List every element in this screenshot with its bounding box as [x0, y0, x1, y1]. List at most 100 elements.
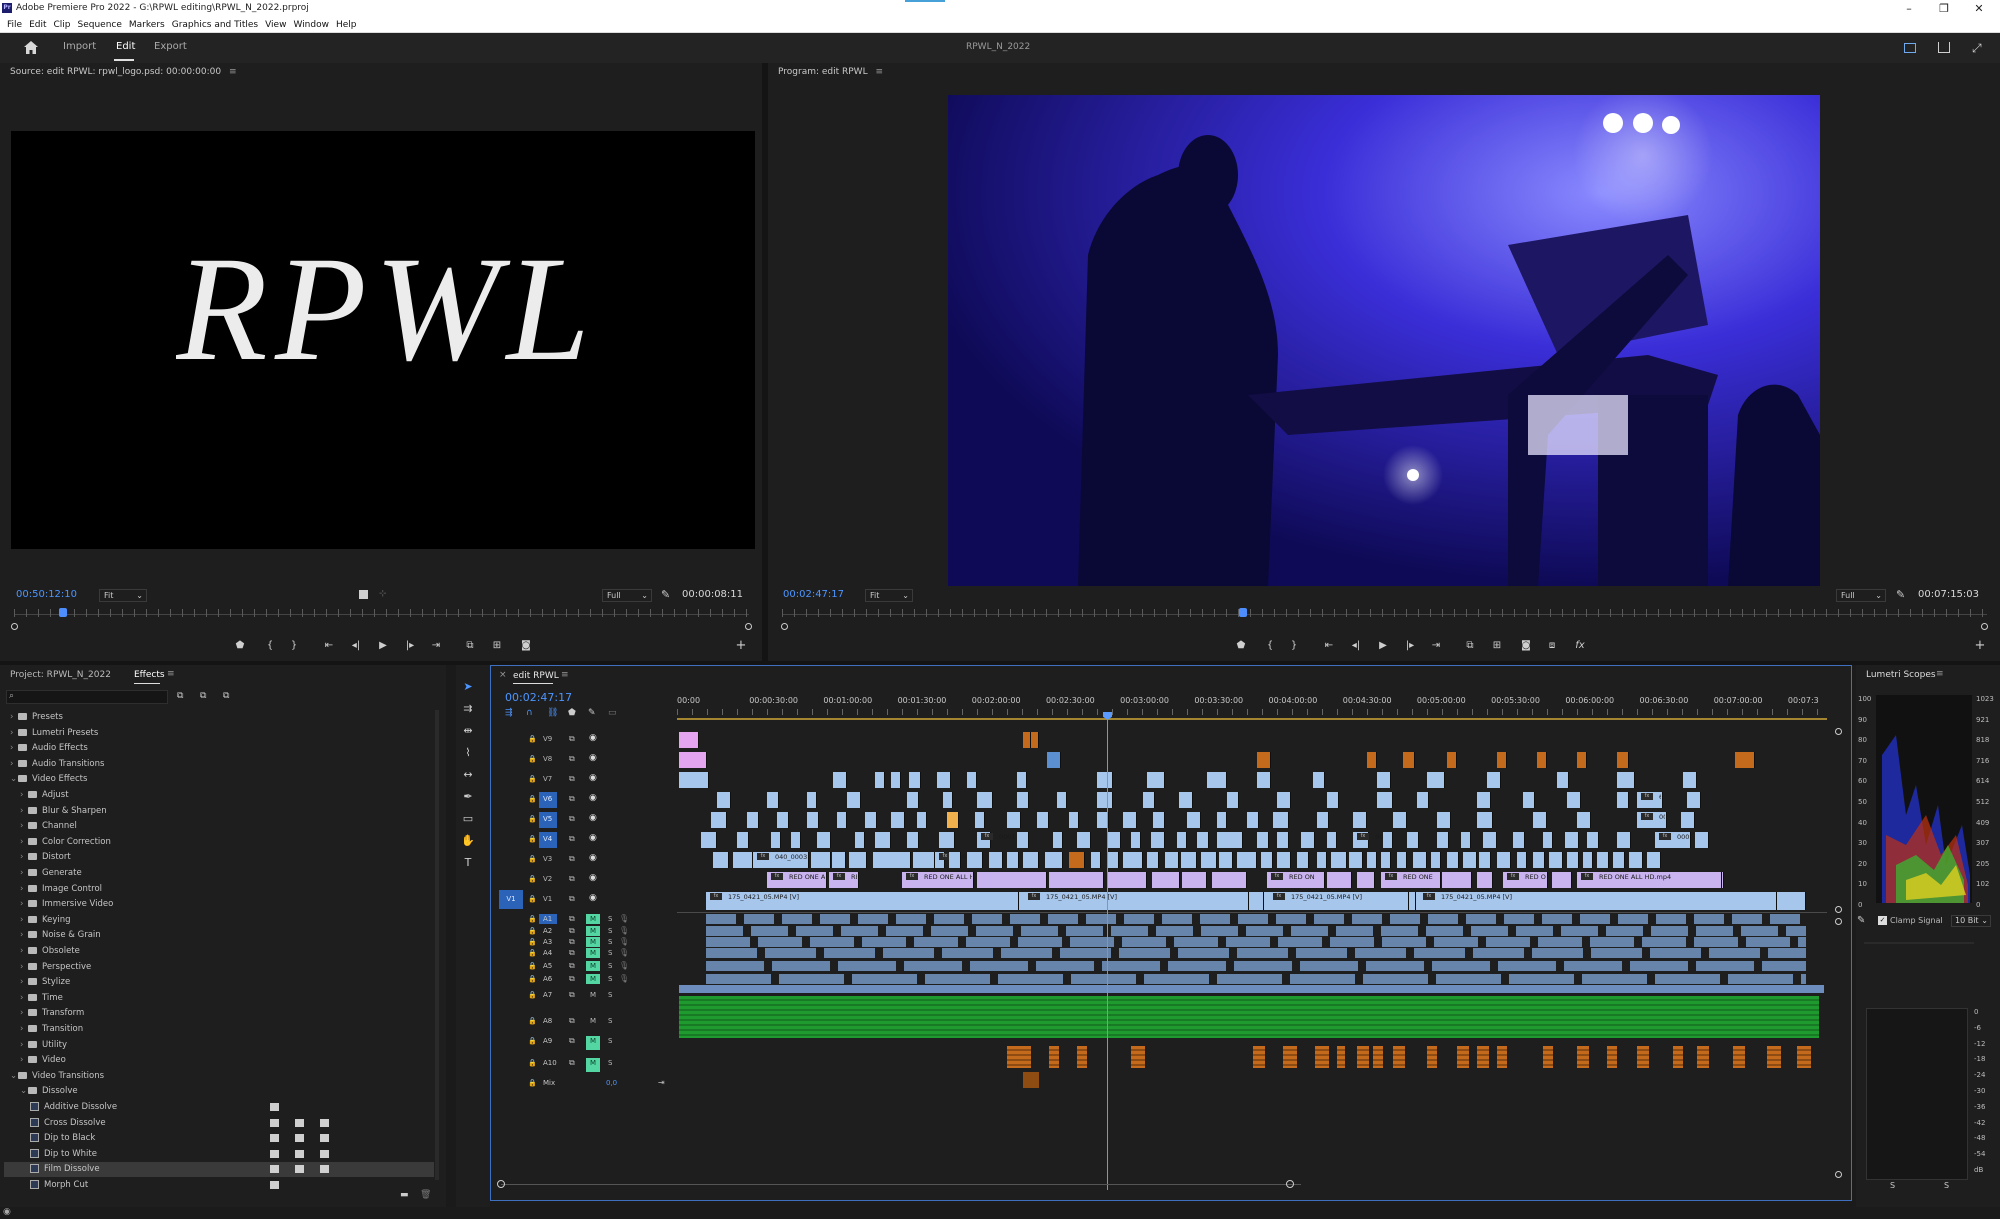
v1-clip[interactable] [1259, 892, 1264, 910]
source-zoom-select[interactable]: Fit ⌄ [99, 589, 147, 602]
close-window-button[interactable]: ✕ [1964, 0, 1994, 17]
v5-clip[interactable] [1123, 812, 1137, 828]
a10-audio-clip[interactable] [1023, 1072, 1031, 1088]
mark-in-icon[interactable]: { [262, 640, 278, 651]
chevron-right-icon[interactable]: › [10, 710, 18, 725]
chevron-right-icon[interactable]: › [20, 788, 28, 803]
lock-icon[interactable]: 🔒 [528, 735, 537, 743]
v4-clip[interactable] [1257, 832, 1269, 848]
v6-clip[interactable] [1277, 792, 1291, 808]
sync-lock-icon[interactable]: ⧉ [569, 937, 575, 947]
v6-clip[interactable] [1477, 792, 1491, 808]
video-track-header[interactable]: 🔒 V3 ⧉ ◉ [491, 850, 677, 870]
lift-icon[interactable]: ⧉ [1462, 640, 1478, 651]
scroll-end-handle[interactable] [1286, 1180, 1294, 1188]
v5-clip[interactable] [1437, 812, 1451, 828]
insert-icon[interactable]: ⧉ [462, 640, 478, 651]
v3-clip[interactable] [1007, 852, 1019, 868]
v7-clip[interactable] [875, 772, 885, 788]
v8-clip[interactable] [1257, 752, 1271, 768]
v4-clip[interactable] [1437, 832, 1449, 848]
v6-clip[interactable] [807, 792, 817, 808]
effects-folder[interactable]: ⌄ Video Transitions [10, 1069, 104, 1084]
ripple-edit-tool-icon[interactable]: ⇹ [460, 723, 476, 739]
chevron-right-icon[interactable]: › [20, 866, 28, 881]
go-to-end-icon[interactable]: ⇥ [658, 1078, 665, 1087]
v8-clip[interactable] [1047, 752, 1061, 768]
v7-clip[interactable] [1617, 772, 1635, 788]
eye-icon[interactable]: ◉ [589, 833, 597, 843]
v3-clip[interactable] [989, 852, 1003, 868]
v2-clip[interactable] [1357, 872, 1375, 888]
v6-clip[interactable] [767, 792, 779, 808]
solo-button[interactable]: S [608, 949, 612, 957]
v5-clip[interactable] [891, 812, 905, 828]
v4-clip[interactable] [1617, 832, 1631, 848]
sync-lock-icon[interactable]: ⧉ [569, 734, 575, 744]
video-track-header[interactable]: 🔒 V9 ⧉ ◉ [491, 730, 677, 750]
v2-clip[interactable] [1049, 872, 1104, 888]
home-icon[interactable] [24, 41, 38, 54]
effects-folder[interactable]: ⌄ Video Effects [10, 772, 87, 787]
v4-clip[interactable] [771, 832, 781, 848]
chevron-right-icon[interactable]: › [10, 757, 18, 772]
v2-clip[interactable] [1722, 872, 1724, 888]
mark-out-icon[interactable]: } [1286, 640, 1302, 651]
timeline-playhead-line[interactable] [1107, 712, 1108, 1190]
v4-clip[interactable]: 0001fx [1353, 832, 1392, 848]
sync-lock-icon[interactable]: ⧉ [569, 948, 575, 958]
v3-clip[interactable] [1201, 852, 1217, 868]
solo-button[interactable]: S [608, 1059, 612, 1067]
effects-folder[interactable]: › Audio Effects [10, 741, 88, 756]
delete-icon[interactable]: 🗑 [420, 1190, 431, 1200]
video-track-header[interactable]: 🔒 V6 ⧉ ◉ [491, 790, 677, 810]
v2-clip[interactable]: RED fx [829, 872, 859, 888]
v3-clip[interactable] [1023, 852, 1039, 868]
timeline-clips-area[interactable]: 175_0421_05.MP4 [V] fx 175_0421_05.MP4 [V]… [677, 730, 1827, 1170]
v3-clip[interactable]: 040_0003_01 fx [753, 852, 809, 868]
a9-audio-clip[interactable] [1131, 1046, 1145, 1068]
v4-clip[interactable] [1197, 832, 1209, 848]
sync-lock-icon[interactable]: ⧉ [569, 874, 575, 884]
effects-item[interactable]: Cross Dissolve [30, 1116, 106, 1131]
bit-depth-select[interactable]: 10 Bit ⌄ [1951, 915, 1991, 927]
v4-clip[interactable] [1131, 832, 1141, 848]
v6-clip[interactable]: 653 fx [1637, 792, 1663, 808]
tab-project[interactable]: Project: RPWL_N_2022 [10, 670, 111, 680]
sync-lock-icon[interactable]: ⧉ [569, 926, 575, 936]
fx-icon[interactable]: fx [1572, 640, 1588, 651]
effects-search-input[interactable]: ⌕ [6, 690, 168, 704]
v7-clip[interactable] [1147, 772, 1165, 788]
v4-clip[interactable] [875, 832, 891, 848]
v3-clip[interactable] [1107, 852, 1119, 868]
program-zoom-end-handle[interactable] [1981, 623, 1988, 630]
audio-track-header[interactable]: 🔒 A5 ⧉ M S 🎙 [491, 961, 677, 973]
v7-clip[interactable] [1683, 772, 1697, 788]
lock-icon[interactable]: 🔒 [528, 975, 537, 983]
chevron-right-icon[interactable]: › [20, 897, 28, 912]
program-zoom-select[interactable]: Fit ⌄ [865, 589, 913, 602]
v6-clip[interactable] [847, 792, 861, 808]
eye-icon[interactable]: ◉ [589, 853, 597, 863]
yuv-effects-icon[interactable]: ⧉ [223, 691, 229, 701]
effects-item[interactable]: Dip to White [30, 1147, 97, 1162]
audio-track-clips[interactable] [706, 948, 1806, 958]
effects-folder[interactable]: › Transform [20, 1006, 84, 1021]
mute-button[interactable]: M [586, 1016, 600, 1030]
eye-icon[interactable]: ◉ [589, 813, 597, 823]
chevron-down-icon[interactable]: ⌄ [10, 1069, 18, 1084]
a9-audio-clip[interactable] [1049, 1046, 1059, 1068]
v2-clip[interactable] [1152, 872, 1180, 888]
a9-audio-clip[interactable] [1697, 1046, 1709, 1068]
effects-item[interactable]: Additive Dissolve [30, 1100, 117, 1115]
sync-lock-icon[interactable]: ⧉ [569, 854, 575, 864]
razor-tool-icon[interactable]: ⌇ [460, 745, 476, 761]
v5-clip[interactable] [865, 812, 877, 828]
audio-track-header[interactable]: 🔒 A4 ⧉ M S 🎙 [491, 948, 677, 960]
video-track-header[interactable]: 🔒 V7 ⧉ ◉ [491, 770, 677, 790]
comparison-view-icon[interactable]: ⧈ [1544, 640, 1560, 651]
v3-clip[interactable] [1463, 852, 1477, 868]
v3-clip[interactable] [1497, 852, 1511, 868]
clamp-signal-checkbox[interactable]: ✓ [1878, 916, 1887, 925]
v3-clip[interactable]: 040_0fx [935, 852, 977, 868]
